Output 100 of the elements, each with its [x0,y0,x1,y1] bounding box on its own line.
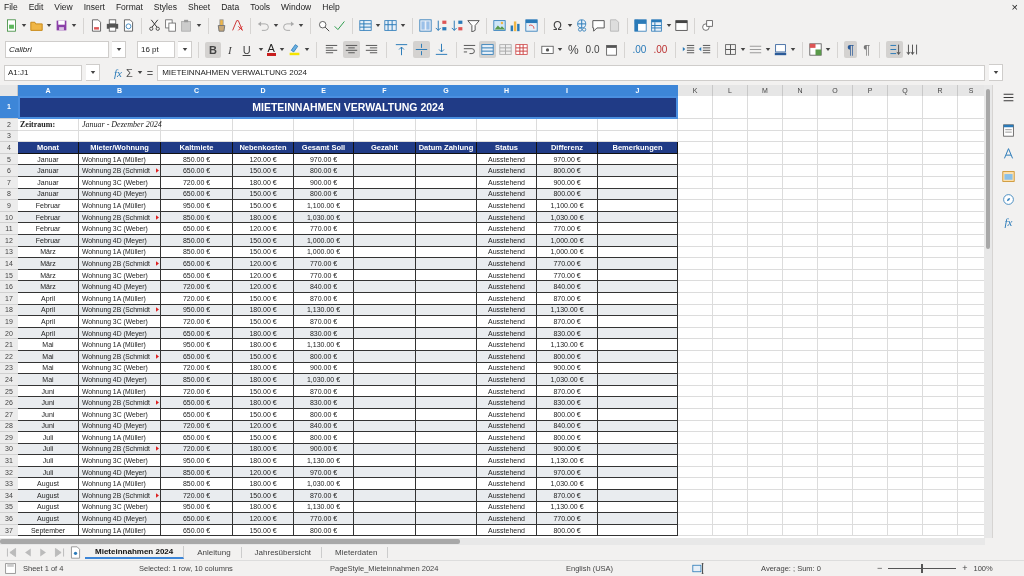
font-color-button[interactable]: A [266,43,276,57]
calendar-icon[interactable] [604,43,618,57]
font-size-field[interactable]: 16 pt [137,41,175,59]
caret-icon[interactable] [825,47,832,53]
menu-item[interactable]: Sheet [188,2,211,12]
sheet-tab[interactable]: Mieterdaten [325,547,389,558]
caret-icon[interactable] [567,23,573,29]
properties-icon[interactable] [1002,123,1015,137]
borders-icon[interactable] [724,43,738,57]
italic-button[interactable]: I [223,41,236,58]
dropdown-button[interactable] [86,64,100,82]
align-top-icon[interactable] [394,43,408,57]
find-replace-icon[interactable] [317,19,330,33]
window-icon[interactable] [675,19,688,33]
menu-item[interactable]: Edit [28,2,44,12]
caret-icon[interactable] [278,47,285,53]
menu-item[interactable]: Data [221,2,240,12]
split-cells-icon[interactable] [514,43,528,57]
filter-icon[interactable] [467,19,480,33]
formula-input[interactable]: MIETEINNAHMEN VERWALTUNG 2024 [157,64,986,81]
paintbrush-icon[interactable] [215,19,228,33]
scissors-icon[interactable] [148,19,161,33]
image-icon[interactable] [493,19,506,33]
font-name-field[interactable]: Calibri [5,41,109,59]
styles-icon[interactable] [1002,146,1015,160]
banknote-icon[interactable] [540,43,554,57]
clear-formatting-icon[interactable] [231,19,244,33]
underline-button[interactable]: U [238,41,255,58]
menu-item[interactable]: Tools [250,2,270,12]
document-icon[interactable] [90,19,103,33]
pivot-table-icon[interactable] [525,19,538,33]
special-character-button[interactable]: Ω [551,18,564,33]
horizontal-scrollbar[interactable] [0,538,985,546]
sheet-tab[interactable]: Jahresübersicht [244,547,323,558]
percent-button[interactable]: % [565,42,581,57]
number-format-button[interactable]: 0.0 [583,44,602,56]
caret-icon[interactable] [298,23,304,29]
wrap-text-icon[interactable] [462,43,476,57]
caret-icon[interactable] [196,23,202,29]
caret-icon[interactable] [71,23,77,29]
freeze-panes-icon[interactable] [634,19,647,33]
menu-item[interactable]: Window [281,2,312,12]
dropdown-button[interactable] [112,41,126,59]
caret-icon[interactable] [273,23,279,29]
sheet-tab[interactable]: Mieteinnahmen 2024 [85,546,185,559]
menu-item[interactable]: Format [115,2,143,12]
name-box[interactable]: A1:J1 [4,64,82,81]
right-to-left-button[interactable]: ¶ [860,41,874,59]
comment-icon[interactable] [592,19,605,33]
shapes-icon[interactable] [701,19,714,33]
text-direction-icon[interactable] [888,43,902,57]
unmerge-cells-icon[interactable] [498,43,512,57]
save-icon[interactable] [55,19,68,33]
close-button[interactable]: × [1011,1,1018,13]
sheet-tab[interactable]: Anleitung [187,547,242,558]
menu-item[interactable]: Help [322,2,340,12]
add-sheet-icon[interactable] [69,546,82,559]
formula-button[interactable]: = [146,66,154,79]
sort-ascending-icon[interactable] [435,19,448,33]
align-bottom-icon[interactable] [434,43,448,57]
printer-icon[interactable] [106,19,119,33]
caret-icon[interactable] [257,47,264,53]
document-save-icon[interactable] [4,562,17,575]
caret-icon[interactable] [46,23,52,29]
menu-item[interactable]: View [54,2,73,12]
dropdown-button[interactable] [178,41,192,59]
bold-button[interactable]: B [205,41,221,58]
function-wizard-button[interactable]: fx [114,66,122,79]
zoom-out-button[interactable]: − [877,563,883,574]
conditional-format-icon[interactable] [809,43,823,57]
merge-cells-icon[interactable] [480,43,494,57]
delete-decimal-button[interactable]: .00 [651,44,670,56]
caret-icon[interactable] [666,23,672,29]
caret-icon[interactable] [115,47,122,53]
align-middle-icon[interactable] [414,43,428,57]
caret-icon[interactable] [303,47,310,53]
caret-icon[interactable] [790,47,797,53]
left-to-right-button[interactable]: ¶ [844,41,858,59]
caret-icon[interactable] [765,47,772,53]
vertical-text-icon[interactable] [906,43,920,57]
zoom-in-button[interactable]: + [962,563,968,574]
caret-icon[interactable] [21,23,27,29]
caret-icon[interactable] [400,23,406,29]
compass-icon[interactable] [1002,192,1015,206]
caret-icon[interactable] [136,70,143,76]
caret-icon[interactable] [740,47,747,53]
clipboard-icon[interactable] [180,19,193,33]
add-decimal-button[interactable]: .00 [630,44,649,56]
caret-icon[interactable] [992,70,999,76]
menu-item[interactable]: Insert [83,2,105,12]
border-color-icon[interactable] [774,43,788,57]
copy-icon[interactable] [164,19,177,33]
functions-button[interactable]: fx [1004,215,1013,228]
caret-icon[interactable] [181,47,188,53]
bar-chart-icon[interactable] [509,19,522,33]
menu-item[interactable]: Styles [153,2,177,12]
sum-button[interactable]: Σ [125,66,133,79]
caret-icon[interactable] [89,70,96,76]
print-preview-icon[interactable] [122,19,135,33]
caret-icon[interactable] [375,23,381,29]
